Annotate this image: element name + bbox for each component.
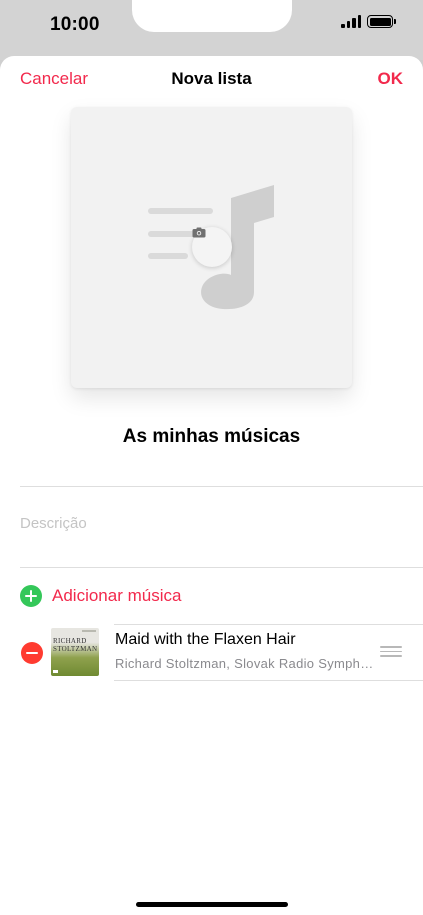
add-music-button[interactable]: Adicionar música — [20, 585, 181, 607]
remove-circle-icon[interactable] — [21, 642, 43, 664]
status-bar: 10:00 — [0, 0, 423, 60]
nav-bar: Cancelar Nova lista OK — [0, 56, 423, 100]
song-title: Maid with the Flaxen Hair — [115, 631, 296, 648]
list-item[interactable]: RICHARD STOLTZMAN Maid with the Flaxen H… — [0, 624, 423, 682]
song-artist: Richard Stoltzman, Slovak Radio Symphony… — [115, 656, 380, 671]
divider — [20, 567, 423, 568]
plus-circle-icon — [20, 585, 42, 607]
camera-button[interactable] — [192, 227, 232, 267]
battery-icon — [367, 15, 396, 28]
cellular-signal-icon — [341, 15, 361, 28]
new-playlist-sheet: Cancelar Nova lista OK As minhas músicas… — [0, 56, 423, 915]
divider — [20, 486, 423, 487]
home-indicator — [136, 902, 288, 907]
reorder-handle-icon[interactable] — [380, 646, 402, 660]
camera-icon — [192, 227, 206, 238]
album-art: RICHARD STOLTZMAN — [51, 628, 99, 676]
playlist-name-field[interactable]: As minhas músicas — [0, 426, 423, 448]
divider — [114, 680, 423, 681]
status-icons — [341, 15, 396, 28]
status-time: 10:00 — [50, 14, 100, 35]
description-field[interactable]: Descrição — [20, 515, 87, 532]
notch — [132, 0, 292, 32]
page-title: Nova lista — [171, 69, 252, 88]
add-music-label: Adicionar música — [52, 586, 182, 605]
playlist-artwork[interactable] — [71, 107, 352, 388]
done-button[interactable]: OK — [378, 69, 404, 89]
